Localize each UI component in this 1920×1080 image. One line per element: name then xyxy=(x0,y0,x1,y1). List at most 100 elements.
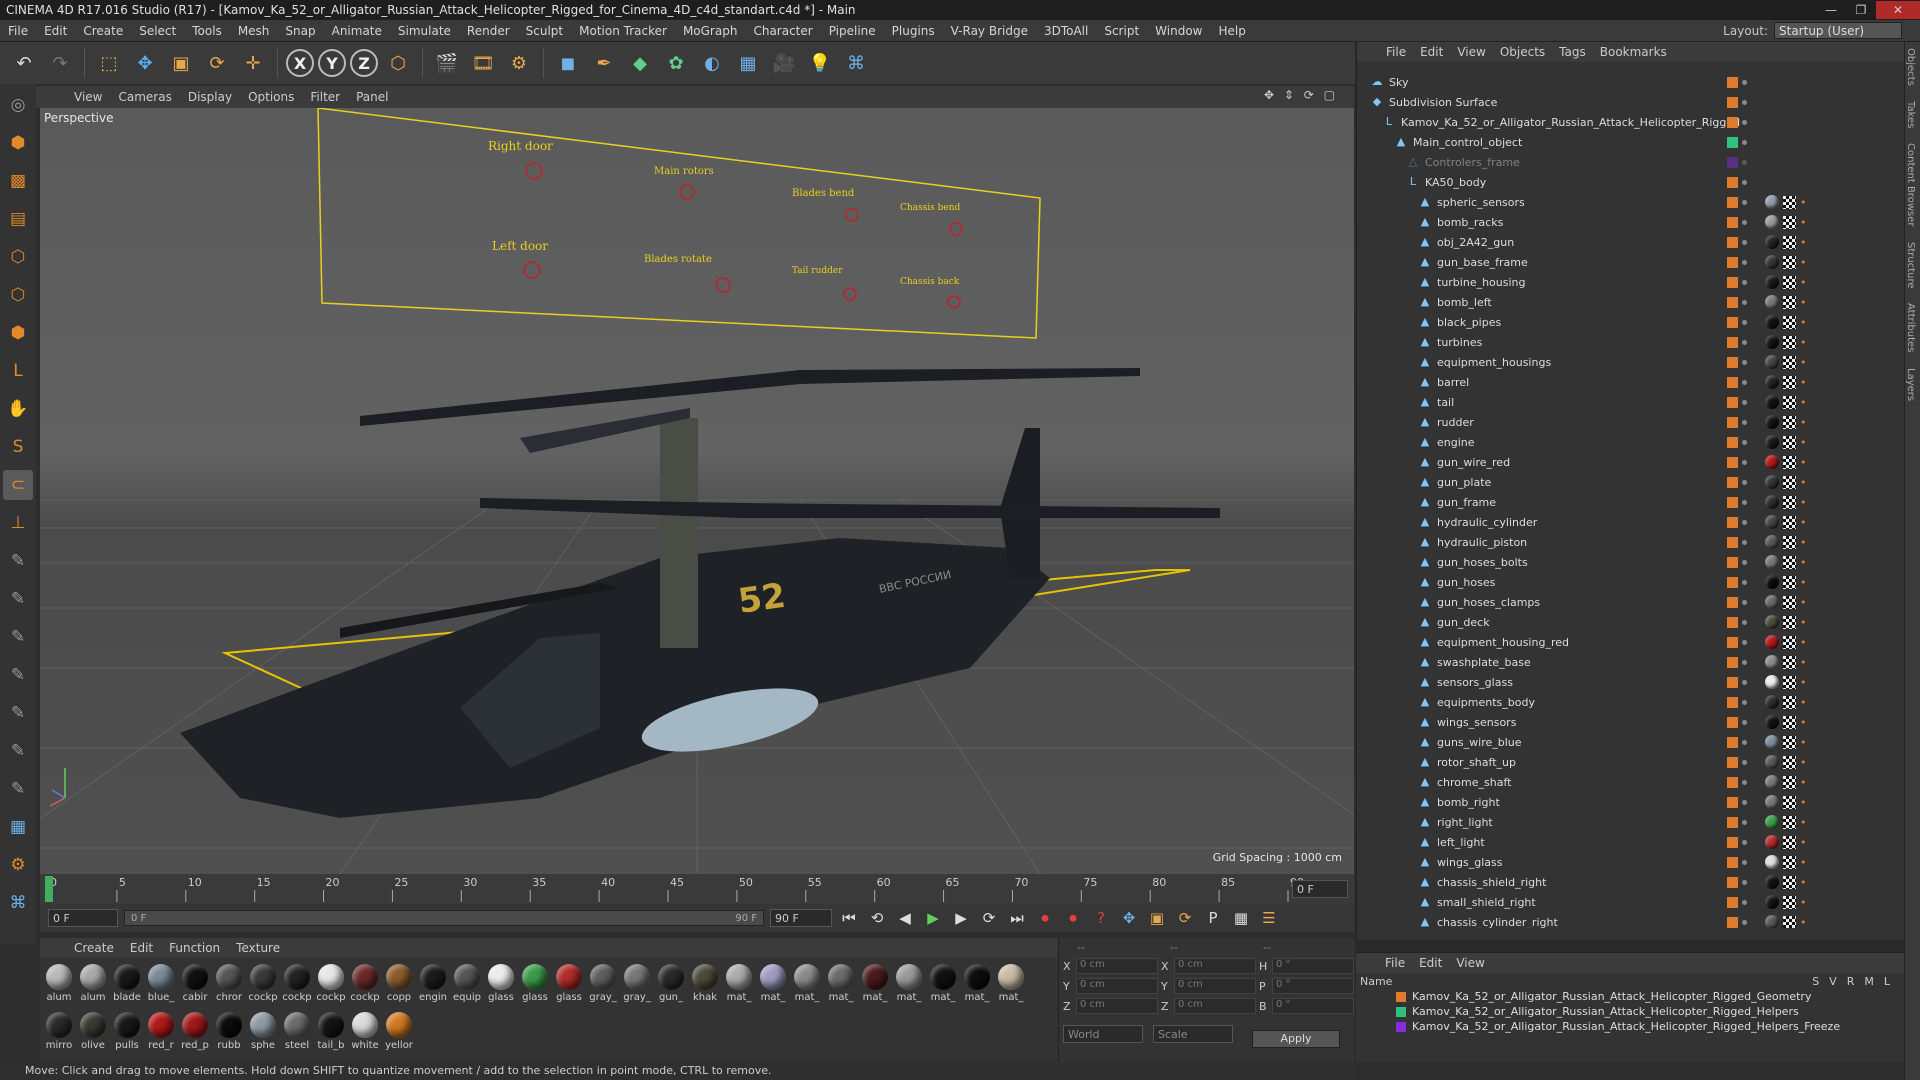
menu-help[interactable]: Help xyxy=(1210,24,1253,38)
phong-tag-icon[interactable]: • xyxy=(1800,516,1807,529)
visibility-dot[interactable] xyxy=(1742,519,1747,525)
dock-tab-attributes[interactable]: Attributes xyxy=(1905,297,1916,358)
points-mode-icon[interactable]: ⬡ xyxy=(3,242,33,272)
phong-tag-icon[interactable]: • xyxy=(1800,396,1807,409)
phong-tag-icon[interactable]: • xyxy=(1800,576,1807,589)
edges-mode-icon[interactable]: ⬡ xyxy=(3,280,33,310)
menu-3dtoall[interactable]: 3DToAll xyxy=(1036,24,1096,38)
texture-tag[interactable] xyxy=(1783,715,1796,729)
coord-size-field[interactable]: 0 cm xyxy=(1174,998,1256,1014)
visibility-dot[interactable] xyxy=(1742,699,1747,705)
dock-tab-layers[interactable]: Layers xyxy=(1905,362,1916,407)
material-tag[interactable] xyxy=(1765,375,1779,389)
material-tag[interactable] xyxy=(1765,275,1779,289)
object-row[interactable]: ▲ wings_sensors • xyxy=(1357,712,1887,732)
phong-tag-icon[interactable]: • xyxy=(1800,876,1807,889)
coord-rot-field[interactable]: 0 ° xyxy=(1272,998,1354,1014)
object-row[interactable]: ▲ equipment_housing_red • xyxy=(1357,632,1887,652)
phong-tag-icon[interactable]: • xyxy=(1800,276,1807,289)
goto-start-icon[interactable]: ⏮ xyxy=(838,907,860,929)
visibility-dot[interactable] xyxy=(1742,879,1747,885)
phong-tag-icon[interactable]: • xyxy=(1800,476,1807,489)
texture-tag[interactable] xyxy=(1783,555,1796,569)
menu-select[interactable]: Select xyxy=(131,24,184,38)
material-swatch[interactable]: chror xyxy=(212,962,246,1010)
phong-tag-icon[interactable]: • xyxy=(1800,916,1807,929)
phong-tag-icon[interactable]: • xyxy=(1800,856,1807,869)
object-row[interactable]: ▲ turbines • xyxy=(1357,332,1887,352)
layer-color-swatch[interactable] xyxy=(1727,576,1738,588)
texture-tag[interactable] xyxy=(1783,575,1796,589)
visibility-dot[interactable] xyxy=(1742,159,1747,165)
material-tag[interactable] xyxy=(1765,795,1779,809)
material-swatch[interactable]: equip xyxy=(450,962,484,1010)
material-swatch[interactable]: engin xyxy=(416,962,450,1010)
material-tag[interactable] xyxy=(1765,195,1779,209)
phong-tag-icon[interactable]: • xyxy=(1800,556,1807,569)
visibility-dot[interactable] xyxy=(1742,139,1747,145)
layer-color-swatch[interactable] xyxy=(1727,896,1738,908)
material-tag[interactable] xyxy=(1765,535,1779,549)
material-tag[interactable] xyxy=(1765,655,1779,669)
layer-color-swatch[interactable] xyxy=(1727,116,1738,128)
visibility-dot[interactable] xyxy=(1742,799,1747,805)
viewport-menu-display[interactable]: Display xyxy=(180,90,240,104)
menu-sculpt[interactable]: Sculpt xyxy=(518,24,571,38)
object-row[interactable]: ▲ equipment_housings • xyxy=(1357,352,1887,372)
phong-tag-icon[interactable]: • xyxy=(1800,316,1807,329)
object-row[interactable]: ▲ rudder • xyxy=(1357,412,1887,432)
material-swatch[interactable]: white xyxy=(348,1010,382,1058)
floor-icon[interactable]: ▦ xyxy=(732,47,764,79)
phong-tag-icon[interactable]: • xyxy=(1800,496,1807,509)
texture-tag[interactable] xyxy=(1783,375,1796,389)
menu-create[interactable]: Create xyxy=(75,24,131,38)
minimize-button[interactable]: — xyxy=(1816,1,1846,19)
layer-color-swatch[interactable] xyxy=(1727,316,1738,328)
visibility-dot[interactable] xyxy=(1742,219,1747,225)
object-row[interactable]: L KA50_body xyxy=(1357,172,1887,192)
layer-color-swatch[interactable] xyxy=(1727,696,1738,708)
coord-size-field[interactable]: 0 cm xyxy=(1174,978,1256,994)
visibility-dot[interactable] xyxy=(1742,279,1747,285)
layer-color-swatch[interactable] xyxy=(1727,336,1738,348)
workplane-icon[interactable]: ▤ xyxy=(3,204,33,234)
object-row[interactable]: ▲ hydraulic_piston • xyxy=(1357,532,1887,552)
layer-color-swatch[interactable] xyxy=(1727,616,1738,628)
visibility-dot[interactable] xyxy=(1742,99,1747,105)
layer-color-swatch[interactable] xyxy=(1727,776,1738,788)
texture-tag[interactable] xyxy=(1783,195,1796,209)
coord-scale-dropdown[interactable]: Scale xyxy=(1153,1025,1233,1043)
visibility-dot[interactable] xyxy=(1742,399,1747,405)
menu-render[interactable]: Render xyxy=(459,24,518,38)
object-row[interactable]: ▲ hydraulic_cylinder • xyxy=(1357,512,1887,532)
texture-tag[interactable] xyxy=(1783,335,1796,349)
visibility-dot[interactable] xyxy=(1742,719,1747,725)
texture-tag[interactable] xyxy=(1783,615,1796,629)
material-swatch[interactable]: mat_ xyxy=(722,962,756,1010)
material-tag[interactable] xyxy=(1765,595,1779,609)
object-menu-objects[interactable]: Objects xyxy=(1493,45,1552,59)
timeline-end-field[interactable]: 0 F xyxy=(1292,880,1348,898)
layer-color-swatch[interactable] xyxy=(1727,656,1738,668)
layer-color-swatch[interactable] xyxy=(1727,516,1738,528)
texture-tag[interactable] xyxy=(1783,475,1796,489)
menu-motion-tracker[interactable]: Motion Tracker xyxy=(571,24,675,38)
tweak-icon[interactable]: ✋ xyxy=(3,394,33,424)
coord-pos-field[interactable]: 0 cm xyxy=(1076,978,1158,994)
object-row[interactable]: ▲ engine • xyxy=(1357,432,1887,452)
camera-icon[interactable]: 🎥 xyxy=(768,47,800,79)
y-axis-icon[interactable]: Y xyxy=(318,49,346,77)
step-forward-icon[interactable]: ▶ xyxy=(950,907,972,929)
material-swatch[interactable]: alum xyxy=(42,962,76,1010)
object-row[interactable]: ☁ Sky xyxy=(1357,72,1887,92)
undo-icon[interactable]: ↶ xyxy=(8,47,40,79)
magnet-icon[interactable]: ⊂ xyxy=(3,470,33,500)
rotate-icon[interactable]: ⟳ xyxy=(201,47,233,79)
layer-row[interactable]: Kamov_Ka_52_or_Alligator_Russian_Attack_… xyxy=(1356,1019,1904,1034)
object-row[interactable]: ▲ barrel • xyxy=(1357,372,1887,392)
material-tag[interactable] xyxy=(1765,455,1779,469)
object-row[interactable]: ▲ rotor_shaft_up • xyxy=(1357,752,1887,772)
menu-tools[interactable]: Tools xyxy=(184,24,230,38)
maximize-button[interactable]: ❐ xyxy=(1846,1,1876,19)
phong-tag-icon[interactable]: • xyxy=(1800,716,1807,729)
